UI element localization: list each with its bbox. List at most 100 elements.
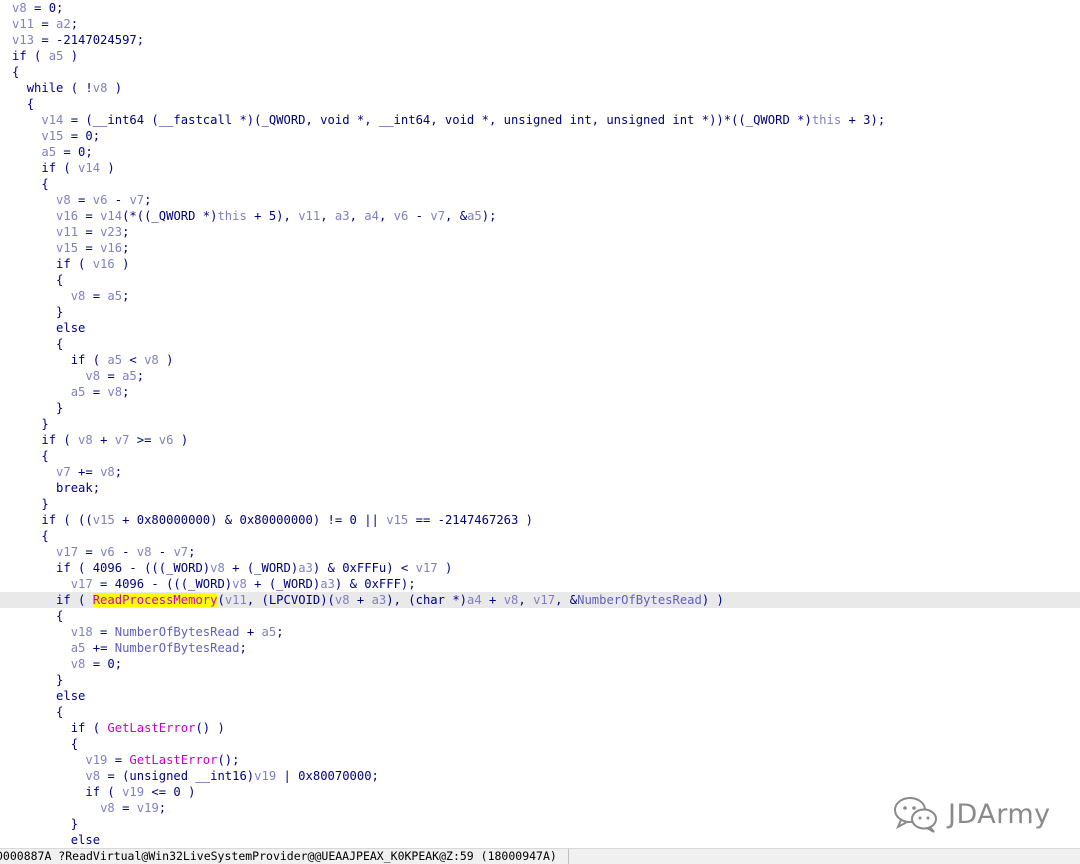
code-line-highlighted[interactable]: if ( ReadProcessMemory(v11, (LPCVOID)(v8…	[0, 592, 1080, 608]
code-token[interactable]: while ( !	[27, 81, 93, 95]
code-line[interactable]: {	[0, 272, 1080, 288]
code-line[interactable]: if ( 4096 - (((_WORD)v8 + (_WORD)a3) & 0…	[0, 560, 1080, 576]
code-line[interactable]: v15 = v16;	[0, 240, 1080, 256]
code-token[interactable]: -	[408, 209, 430, 223]
code-token[interactable]: = (unsigned __int16)	[100, 769, 254, 783]
code-token[interactable]: ,	[518, 593, 533, 607]
code-token[interactable]: if (	[85, 785, 122, 799]
code-token[interactable]: ), (char *)	[386, 593, 467, 607]
code-token[interactable]: ) & 0xFFF);	[335, 577, 416, 591]
code-line[interactable]: v11 = v23;	[0, 224, 1080, 240]
code-token[interactable]: ;	[137, 369, 144, 383]
code-line[interactable]: v7 += v8;	[0, 464, 1080, 480]
code-line[interactable]: {	[0, 336, 1080, 352]
code-identifier[interactable]: a5	[262, 625, 277, 639]
code-identifier[interactable]: v8	[100, 465, 115, 479]
code-token[interactable]: ;	[122, 385, 129, 399]
code-token[interactable]: ) )	[702, 593, 724, 607]
code-token[interactable]: ;	[122, 225, 129, 239]
code-symbol[interactable]: NumberOfBytesRead	[577, 593, 702, 607]
code-line[interactable]: v17 = v6 - v8 - v7;	[0, 544, 1080, 560]
code-token[interactable]: else	[71, 833, 100, 847]
code-line[interactable]: {	[0, 64, 1080, 80]
code-identifier[interactable]: v7	[56, 465, 71, 479]
code-token[interactable]: if (	[12, 49, 49, 63]
code-token[interactable]: -	[107, 193, 129, 207]
code-token[interactable]: if ( 4096 - (((_WORD)	[56, 561, 210, 575]
code-line[interactable]: {	[0, 608, 1080, 624]
code-token[interactable]: {	[56, 705, 63, 719]
code-token[interactable]: }	[56, 401, 63, 415]
code-line[interactable]: {	[0, 176, 1080, 192]
code-identifier[interactable]: v14	[41, 113, 63, 127]
code-token[interactable]: ;	[188, 545, 195, 559]
code-token[interactable]: =	[78, 241, 100, 255]
code-line[interactable]: v13 = -2147024597;	[0, 32, 1080, 48]
code-identifier[interactable]: a3	[335, 209, 350, 223]
code-token[interactable]: {	[27, 97, 34, 111]
code-token[interactable]: )	[438, 561, 452, 575]
code-symbol[interactable]: NumberOfBytesRead	[115, 625, 240, 639]
code-token[interactable]: = 4096 - (((_WORD)	[93, 577, 232, 591]
code-line[interactable]: {	[0, 736, 1080, 752]
code-identifier[interactable]: v6	[394, 209, 409, 223]
code-line[interactable]: if ( v16 )	[0, 256, 1080, 272]
code-token[interactable]: {	[56, 337, 63, 351]
code-token[interactable]: = 0;	[63, 129, 100, 143]
code-identifier[interactable]: v17	[533, 593, 555, 607]
code-line[interactable]: {	[0, 96, 1080, 112]
code-identifier[interactable]: a4	[364, 209, 379, 223]
code-identifier[interactable]: v19	[254, 769, 276, 783]
code-line[interactable]: if ( a5 < v8 )	[0, 352, 1080, 368]
code-symbol[interactable]: NumberOfBytesRead	[115, 641, 240, 655]
code-token[interactable]: , (LPCVOID)(	[247, 593, 335, 607]
code-token[interactable]: ();	[217, 753, 239, 767]
code-line[interactable]: if ( a5 )	[0, 48, 1080, 64]
code-token[interactable]: +=	[71, 465, 100, 479]
code-identifier[interactable]: a5	[107, 353, 122, 367]
code-token[interactable]: else	[56, 321, 85, 335]
code-identifier[interactable]: v15	[56, 241, 78, 255]
code-line[interactable]: v8 = (unsigned __int16)v19 | 0x80070000;	[0, 768, 1080, 784]
code-identifier[interactable]: v14	[78, 161, 100, 175]
code-token[interactable]: if (	[41, 161, 78, 175]
code-identifier[interactable]: v8	[504, 593, 519, 607]
code-line[interactable]: }	[0, 304, 1080, 320]
code-line[interactable]: if ( GetLastError() )	[0, 720, 1080, 736]
code-identifier[interactable]: v17	[56, 545, 78, 559]
code-line[interactable]: {	[0, 528, 1080, 544]
code-identifier[interactable]: v16	[93, 257, 115, 271]
code-line[interactable]: v8 = 0;	[0, 0, 1080, 16]
code-identifier[interactable]: this	[217, 209, 246, 223]
code-identifier[interactable]: v23	[100, 225, 122, 239]
code-identifier[interactable]: v8	[210, 561, 225, 575]
code-identifier[interactable]: a5	[71, 641, 86, 655]
code-token[interactable]: +	[482, 593, 504, 607]
code-identifier[interactable]: v8	[232, 577, 247, 591]
code-token[interactable]: =	[78, 225, 100, 239]
code-token[interactable]: +	[93, 433, 115, 447]
code-identifier[interactable]: v15	[93, 513, 115, 527]
code-identifier[interactable]: v6	[100, 545, 115, 559]
code-line[interactable]: v19 = GetLastError();	[0, 752, 1080, 768]
code-identifier[interactable]: v16	[100, 241, 122, 255]
code-token[interactable]: }	[41, 417, 48, 431]
code-api-call-highlighted[interactable]: ReadProcessMemory	[92, 593, 218, 607]
code-line[interactable]: }	[0, 400, 1080, 416]
code-line[interactable]: v8 = v6 - v7;	[0, 192, 1080, 208]
code-identifier[interactable]: v11	[56, 225, 78, 239]
code-identifier[interactable]: v7	[173, 545, 188, 559]
code-identifier[interactable]: v7	[129, 193, 144, 207]
code-token[interactable]: ;	[144, 193, 151, 207]
code-token[interactable]: = 0;	[56, 145, 92, 159]
code-token[interactable]: {	[56, 273, 63, 287]
code-identifier[interactable]: a5	[49, 49, 64, 63]
code-token[interactable]: (	[217, 593, 224, 607]
code-token[interactable]: if ( ((	[41, 513, 92, 527]
code-token[interactable]: + (_WORD)	[225, 561, 298, 575]
code-identifier[interactable]: a4	[467, 593, 482, 607]
code-token[interactable]: )	[100, 161, 114, 175]
code-identifier[interactable]: v14	[100, 209, 122, 223]
code-token[interactable]: ;	[276, 625, 283, 639]
code-token[interactable]: +=	[85, 641, 114, 655]
